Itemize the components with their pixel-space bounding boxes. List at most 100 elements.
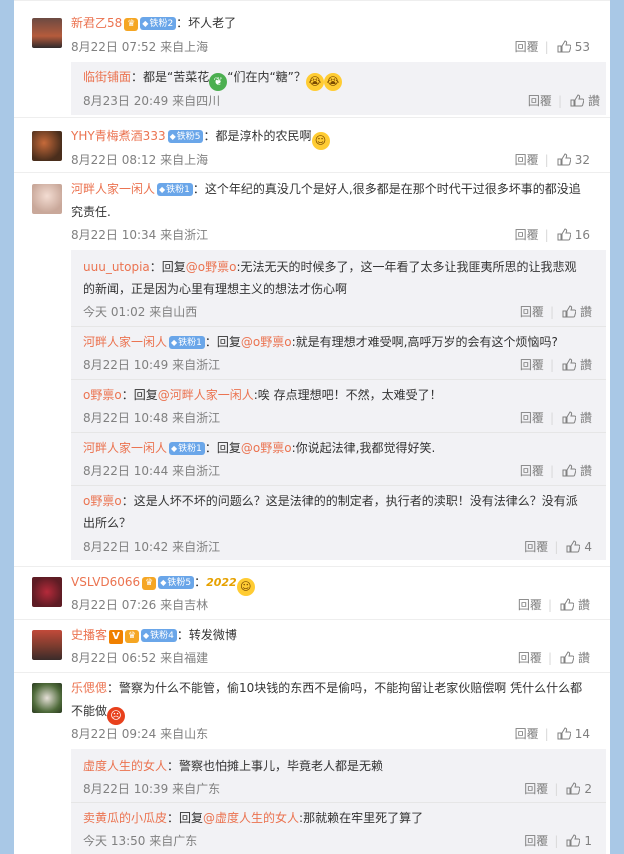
fan-badge[interactable]: ◆铁粉4 bbox=[141, 629, 177, 642]
like-label: 讚 bbox=[579, 358, 592, 372]
like-count: 4 bbox=[584, 540, 592, 554]
reply-header: 虚度人生的女人：警察也怕摊上事儿，毕竟老人都是无赖 bbox=[83, 755, 383, 777]
reply-button[interactable]: 回覆 bbox=[515, 40, 539, 54]
thumb-up-icon[interactable] bbox=[557, 153, 571, 166]
reply-button[interactable]: 回覆 bbox=[515, 727, 539, 741]
comment-text-cont-text: 不能做 bbox=[71, 704, 108, 718]
fan-badge[interactable]: ◆铁粉1 bbox=[169, 336, 205, 349]
avatar[interactable] bbox=[32, 131, 62, 161]
crown-icon: ♛ bbox=[142, 577, 157, 590]
reply-button[interactable]: 回覆 bbox=[528, 94, 552, 108]
divider bbox=[71, 379, 606, 380]
thumb-up-icon[interactable] bbox=[557, 40, 571, 53]
reply-button[interactable]: 回覆 bbox=[524, 540, 548, 554]
crying-emoji-icon: 😭 bbox=[305, 73, 324, 91]
comment-meta: 8月22日 08:12 来自上海 bbox=[71, 153, 209, 167]
thumb-up-icon[interactable] bbox=[566, 834, 581, 847]
thumb-up-icon[interactable] bbox=[566, 782, 581, 795]
fan-badge[interactable]: ◆铁粉2 bbox=[140, 17, 177, 30]
comment-meta: 8月22日 06:52 来自福建 bbox=[71, 651, 209, 665]
reply-button[interactable]: 回覆 bbox=[524, 782, 548, 796]
comment-header: 新君乙58 ♛ ◆铁粉2 ：坏人老了 bbox=[71, 12, 236, 34]
reply-text-2: “们在内“糖”？ bbox=[227, 70, 306, 84]
reply-text: :那就赖在牢里死了算了 bbox=[299, 811, 424, 825]
comment-header: 河畔人家一闲人 ◆铁粉1 ：这个年纪的真没几个是好人,很多都是在那个时代干过很多坏事… bbox=[71, 178, 581, 200]
like-count: 2 bbox=[584, 782, 592, 796]
reply-button[interactable]: 回覆 bbox=[518, 651, 542, 665]
reply-header: uuu_utopia：回复@o野禀o:无法无天的时候多了，这一年看了太多让我匪夷… bbox=[83, 256, 577, 278]
thumb-up-icon[interactable] bbox=[562, 411, 576, 424]
mention-link[interactable]: @o野禀o bbox=[241, 335, 292, 349]
username-link[interactable]: 河畔人家一闲人 bbox=[83, 441, 167, 455]
avatar[interactable] bbox=[32, 683, 62, 713]
username-link[interactable]: YHY青梅煮酒333 bbox=[71, 129, 166, 143]
comment-actions: 回覆 | 讚 bbox=[517, 598, 590, 612]
thumb-up-icon[interactable] bbox=[557, 727, 571, 740]
reply-button[interactable]: 回覆 bbox=[520, 305, 544, 319]
thumb-up-icon[interactable] bbox=[562, 358, 576, 371]
username-link[interactable]: 新君乙58 bbox=[71, 16, 122, 30]
reply-button[interactable]: 回覆 bbox=[515, 153, 539, 167]
username-link[interactable]: 河畔人家一闲人 bbox=[83, 335, 167, 349]
crown-icon: ♛ bbox=[124, 18, 139, 31]
thumb-up-icon[interactable] bbox=[560, 598, 574, 611]
reply-text: ：都是“苦菜花 bbox=[131, 70, 210, 84]
comment-meta: 8月22日 07:52 来自上海 bbox=[71, 40, 209, 54]
reply-button[interactable]: 回覆 bbox=[518, 598, 542, 612]
thumb-up-icon[interactable] bbox=[566, 540, 581, 553]
crown-icon: ♛ bbox=[125, 630, 140, 643]
username-link[interactable]: o野禀o bbox=[83, 388, 122, 402]
avatar[interactable] bbox=[32, 577, 62, 607]
reply-list: uuu_utopia：回复@o野禀o:无法无天的时候多了，这一年看了太多让我匪夷… bbox=[71, 250, 606, 560]
username-link[interactable]: 河畔人家一闲人 bbox=[71, 182, 155, 196]
avatar[interactable] bbox=[32, 630, 62, 660]
username-link[interactable]: VSLVD6066 bbox=[71, 575, 140, 589]
reply-button[interactable]: 回覆 bbox=[520, 358, 544, 372]
like-label: 讚 bbox=[587, 94, 600, 108]
fan-badge[interactable]: ◆铁粉5 bbox=[167, 130, 204, 143]
reply-prefix: ：回复 bbox=[121, 388, 158, 402]
username-link[interactable]: 临街铺面 bbox=[83, 70, 131, 84]
thumb-up-icon[interactable] bbox=[560, 651, 574, 664]
username-link[interactable]: uuu_utopia bbox=[83, 260, 150, 274]
reply-actions: 回覆 | 讚 bbox=[527, 94, 600, 108]
reply-prefix: ：回复 bbox=[204, 441, 241, 455]
reply-header: o野禀o：回复@河畔人家一闲人:唉 存点理想吧！不然，太难受了！ bbox=[83, 384, 442, 406]
avatar[interactable] bbox=[32, 184, 62, 214]
reply-button[interactable]: 回覆 bbox=[524, 834, 548, 848]
reply-meta: 今天 13:50 来自广东 bbox=[83, 834, 198, 848]
reply-text: ：警察也怕摊上事儿，毕竟老人都是无赖 bbox=[167, 759, 384, 773]
reply-actions: 回覆 | 讚 bbox=[519, 464, 592, 478]
reply-prefix: ：回复 bbox=[204, 335, 241, 349]
like-count: 53 bbox=[574, 40, 590, 54]
thumb-up-icon[interactable] bbox=[562, 464, 576, 477]
like-label: 讚 bbox=[577, 651, 590, 665]
avatar[interactable] bbox=[32, 18, 62, 48]
reply-meta: 8月22日 10:49 来自浙江 bbox=[83, 358, 221, 372]
divider bbox=[14, 619, 610, 620]
thumb-up-icon[interactable] bbox=[570, 94, 584, 107]
mention-link[interactable]: @河畔人家一闲人 bbox=[158, 388, 254, 402]
reply-meta: 今天 01:02 来自山西 bbox=[83, 305, 198, 319]
username-link[interactable]: o野禀o bbox=[83, 494, 122, 508]
wink-emoji-icon: ☺ bbox=[236, 578, 255, 596]
fan-badge[interactable]: ◆铁粉1 bbox=[169, 442, 205, 455]
divider bbox=[71, 485, 606, 486]
fan-badge[interactable]: ◆铁粉5 bbox=[158, 576, 195, 589]
username-link[interactable]: 虚度人生的女人 bbox=[83, 759, 167, 773]
reply-button[interactable]: 回覆 bbox=[520, 464, 544, 478]
username-link[interactable]: 史播客 bbox=[71, 628, 107, 642]
comment-header: 史播客 V ♛ ◆铁粉4 ：转发微博 bbox=[71, 624, 237, 646]
mention-link[interactable]: @虚度人生的女人 bbox=[203, 811, 299, 825]
mention-link[interactable]: @o野禀o bbox=[241, 441, 292, 455]
thumb-up-icon[interactable] bbox=[557, 228, 571, 241]
reply-button[interactable]: 回覆 bbox=[515, 228, 539, 242]
thumb-up-icon[interactable] bbox=[562, 305, 576, 318]
username-link[interactable]: 乐偲偲 bbox=[71, 681, 107, 695]
comment-text: ：这个年纪的真没几个是好人,很多都是在那个时代干过很多坏事的都没追 bbox=[192, 182, 581, 196]
mention-link[interactable]: @o野禀o bbox=[186, 260, 237, 274]
username-link[interactable]: 卖黄瓜的小瓜皮 bbox=[83, 811, 167, 825]
fan-badge[interactable]: ◆铁粉1 bbox=[157, 183, 193, 196]
comment-meta: 8月22日 09:24 来自山东 bbox=[71, 727, 209, 741]
reply-button[interactable]: 回覆 bbox=[520, 411, 544, 425]
